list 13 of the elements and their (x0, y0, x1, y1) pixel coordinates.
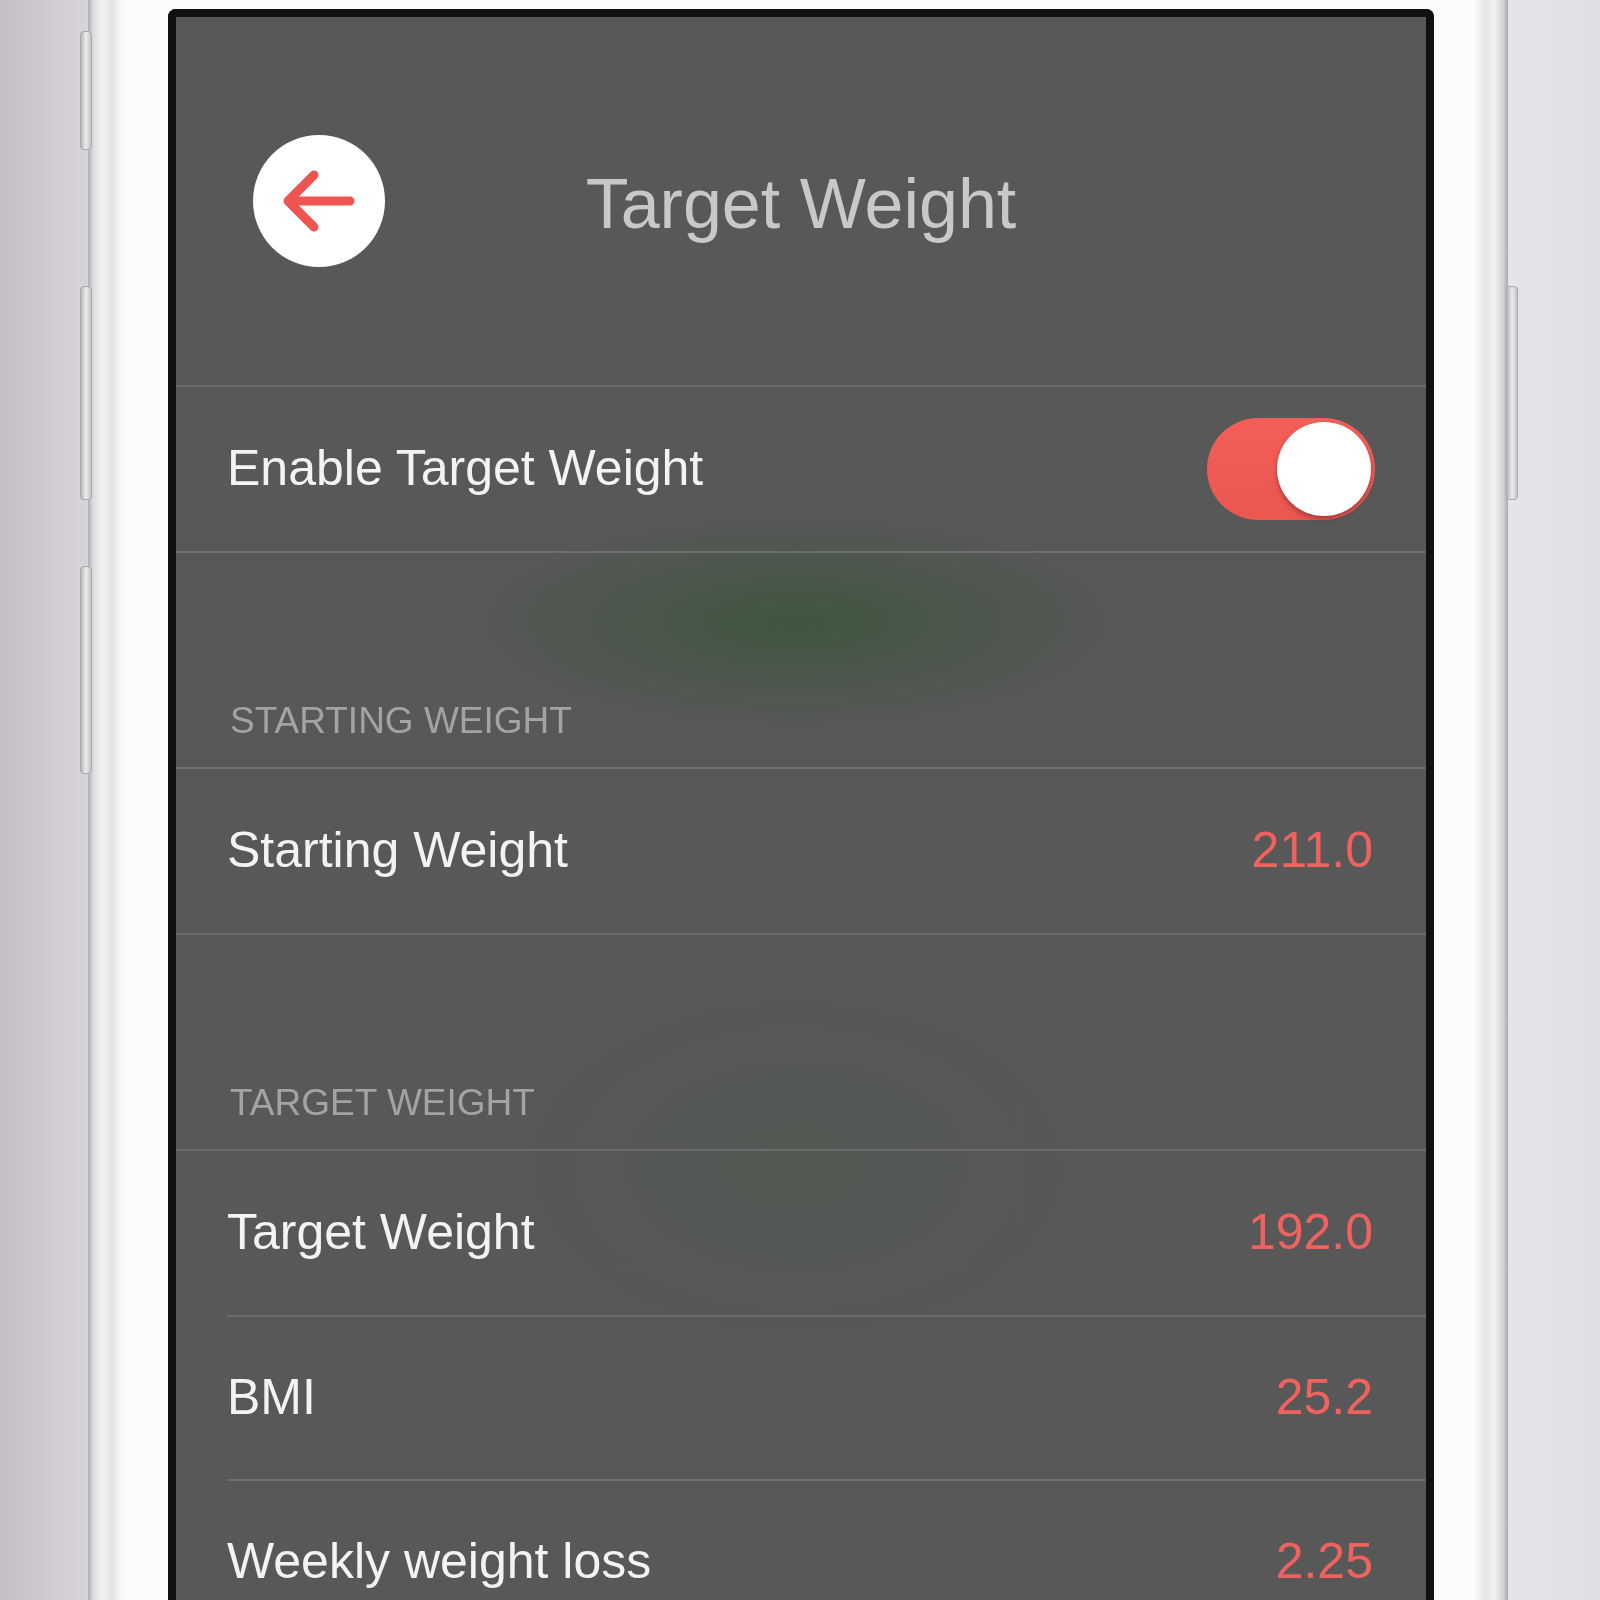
row-label: BMI (227, 1369, 317, 1427)
row-label: Starting Weight (227, 822, 569, 880)
row-value: 211.0 (1251, 822, 1373, 880)
row-label: Target Weight (227, 1204, 536, 1262)
screen-title: Target Weight (585, 164, 1017, 244)
section-header: TARGET WEIGHT (230, 1082, 535, 1125)
row-label: Weekly weight loss (227, 1533, 653, 1591)
row-value: 25.2 (1275, 1369, 1373, 1427)
row-value: 2.25 (1275, 1533, 1373, 1591)
row-label: Enable Target Weight (227, 440, 705, 498)
row-value: 192.0 (1247, 1204, 1373, 1262)
section-header: STARTING WEIGHT (230, 700, 572, 743)
left-arrow-icon (283, 170, 355, 232)
